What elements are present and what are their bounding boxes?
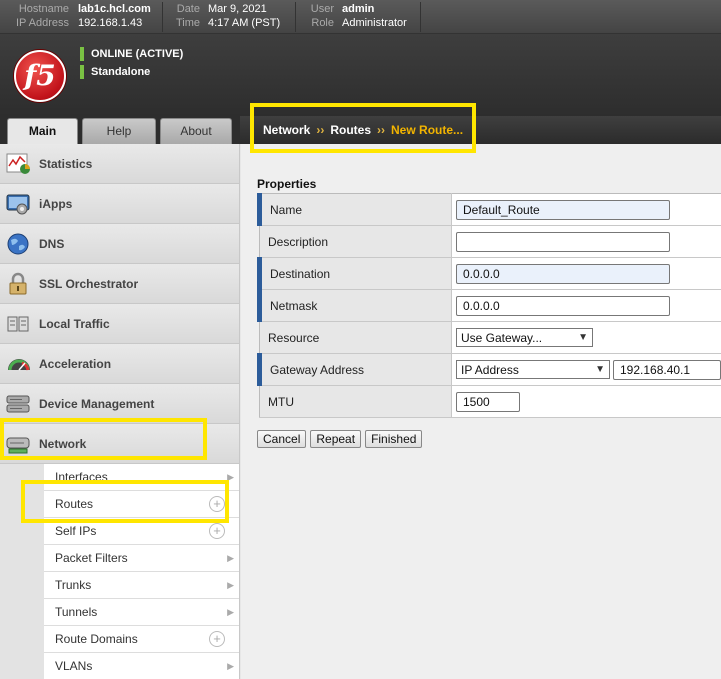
sidebar-nav: Statistics iApps DNS SSL Orchestrator Lo… xyxy=(0,144,240,679)
gateway-address-input[interactable] xyxy=(613,359,721,380)
submenu-item-vlans[interactable]: VLANs ▶ xyxy=(44,653,239,679)
main-tabs: Main Help About xyxy=(0,116,240,144)
sidebar-item-label: SSL Orchestrator xyxy=(39,276,139,291)
row-description: Description xyxy=(259,225,721,258)
chevron-right-icon[interactable]: ▶ xyxy=(227,572,234,598)
status-mode: Standalone xyxy=(91,66,151,78)
hostname-value: lab1c.hcl.com xyxy=(78,3,151,15)
highlight-box-network xyxy=(0,418,207,460)
tab-main[interactable]: Main xyxy=(7,118,78,144)
dns-globe-icon xyxy=(6,231,32,257)
sidebar-item-acceleration[interactable]: Acceleration xyxy=(0,344,239,384)
form-buttons: Cancel Repeat Finished xyxy=(257,430,423,448)
submenu-item-trunks[interactable]: Trunks ▶ xyxy=(44,572,239,599)
netmask-input[interactable] xyxy=(456,295,670,316)
time-value: 4:17 AM (PST) xyxy=(208,17,281,29)
submenu-item-packet-filters[interactable]: Packet Filters ▶ xyxy=(44,545,239,572)
statistics-icon xyxy=(6,151,32,177)
resource-select[interactable]: Use Gateway... ▼ xyxy=(456,328,593,347)
sidebar-item-statistics[interactable]: Statistics xyxy=(0,144,239,184)
speedometer-icon xyxy=(6,351,32,377)
resource-label: Resource xyxy=(259,321,452,354)
lock-icon xyxy=(6,271,32,297)
f5-logo[interactable]: f5 xyxy=(14,50,66,102)
destination-label: Destination xyxy=(257,257,452,290)
role-label: Role xyxy=(311,17,334,29)
row-destination: Destination xyxy=(257,257,721,290)
add-icon[interactable]: + xyxy=(209,523,225,539)
role-value: Administrator xyxy=(342,17,407,29)
row-mtu: MTU xyxy=(259,385,721,418)
row-name: Name xyxy=(257,193,721,226)
date-label: Date xyxy=(176,3,200,15)
gateway-label: Gateway Address xyxy=(257,353,452,386)
sidebar-item-label: Local Traffic xyxy=(39,316,110,331)
status-indicator-icon xyxy=(80,65,84,79)
finished-button[interactable]: Finished xyxy=(365,430,423,448)
row-gateway: Gateway Address IP Address ▼ xyxy=(257,353,721,386)
local-traffic-icon xyxy=(6,311,32,337)
route-properties-table: Name Description Destination Netmask Res… xyxy=(257,193,721,418)
mtu-label: MTU xyxy=(259,385,452,418)
highlight-box-breadcrumb xyxy=(250,103,476,153)
submenu-item-label: Trunks xyxy=(55,578,92,592)
row-resource: Resource Use Gateway... ▼ xyxy=(259,321,721,354)
submenu-item-route-domains[interactable]: Route Domains + xyxy=(44,626,239,653)
status-indicator-icon xyxy=(80,47,84,61)
device-icon xyxy=(6,391,32,417)
properties-heading: Properties xyxy=(257,177,317,191)
gateway-type-select[interactable]: IP Address ▼ xyxy=(456,360,610,379)
chevron-down-icon: ▼ xyxy=(578,332,588,343)
sidebar-item-label: Acceleration xyxy=(39,356,112,371)
chevron-right-icon[interactable]: ▶ xyxy=(227,545,234,571)
ip-value: 192.168.1.43 xyxy=(78,17,143,29)
submenu-item-tunnels[interactable]: Tunnels ▶ xyxy=(44,599,239,626)
sidebar-item-iapps[interactable]: iApps xyxy=(0,184,239,224)
main-content: Properties Name Description Destination … xyxy=(241,144,721,679)
description-label: Description xyxy=(259,225,452,258)
user-label: User xyxy=(310,3,334,15)
hostname-label: Hostname xyxy=(18,3,69,15)
system-info-bar: Hostname IP Address lab1c.hcl.com 192.16… xyxy=(0,0,721,34)
cancel-button[interactable]: Cancel xyxy=(257,430,307,448)
chevron-right-icon[interactable]: ▶ xyxy=(227,599,234,625)
date-value: Mar 9, 2021 xyxy=(208,3,267,15)
tab-about[interactable]: About xyxy=(160,118,232,144)
sidebar-item-label: Statistics xyxy=(39,156,93,171)
sidebar-item-label: Device Management xyxy=(39,396,155,411)
chevron-right-icon[interactable]: ▶ xyxy=(227,653,234,679)
submenu-item-label: Route Domains xyxy=(55,632,138,646)
device-status: ONLINE (ACTIVE) Standalone xyxy=(80,46,183,82)
highlight-box-routes xyxy=(21,480,229,523)
chevron-down-icon: ▼ xyxy=(595,364,605,375)
sidebar-item-label: iApps xyxy=(39,196,73,211)
time-label: Time xyxy=(175,17,200,29)
sidebar-item-local-traffic[interactable]: Local Traffic xyxy=(0,304,239,344)
name-input[interactable] xyxy=(456,199,670,220)
mtu-input[interactable] xyxy=(456,391,520,412)
description-input[interactable] xyxy=(456,231,670,252)
ip-label: IP Address xyxy=(16,17,69,29)
sidebar-item-ssl-orchestrator[interactable]: SSL Orchestrator xyxy=(0,264,239,304)
gateway-type-value: IP Address xyxy=(461,362,519,377)
submenu-item-label: Tunnels xyxy=(55,605,98,619)
row-netmask: Netmask xyxy=(257,289,721,322)
iapps-icon xyxy=(6,191,32,217)
resource-select-value: Use Gateway... xyxy=(461,330,543,345)
repeat-button[interactable]: Repeat xyxy=(310,430,362,448)
name-label: Name xyxy=(257,193,452,226)
sidebar-item-label: DNS xyxy=(39,236,65,251)
status-online: ONLINE (ACTIVE) xyxy=(91,48,184,60)
user-value: admin xyxy=(342,3,375,15)
submenu-item-label: Self IPs xyxy=(55,524,97,538)
tab-help[interactable]: Help xyxy=(82,118,156,144)
submenu-item-label: Packet Filters xyxy=(55,551,128,565)
submenu-item-label: VLANs xyxy=(55,659,93,673)
destination-input[interactable] xyxy=(456,263,670,284)
sidebar-item-dns[interactable]: DNS xyxy=(0,224,239,264)
add-icon[interactable]: + xyxy=(209,631,225,647)
netmask-label: Netmask xyxy=(257,289,452,322)
